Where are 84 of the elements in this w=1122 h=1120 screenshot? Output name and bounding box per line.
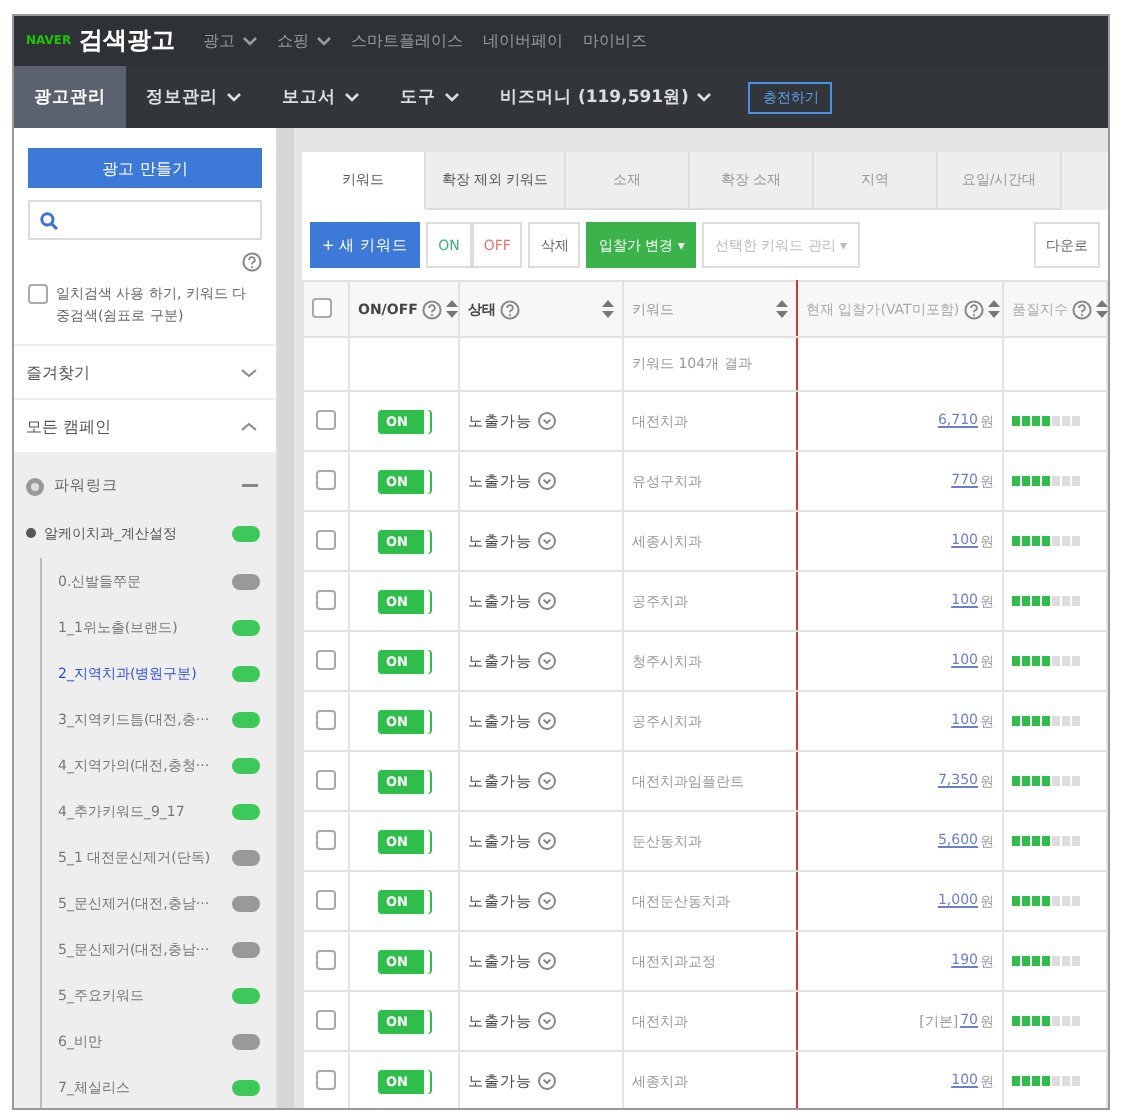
bullet-icon [26, 528, 36, 538]
quality-meter [1012, 896, 1082, 906]
caret-icon [241, 36, 258, 46]
quality-meter [1012, 716, 1082, 726]
toggle-pill[interactable] [232, 849, 260, 865]
toggle-pill[interactable] [232, 1033, 260, 1049]
sort-icon [1096, 300, 1108, 318]
checkbox[interactable] [316, 649, 336, 669]
dropdown-icon [538, 892, 556, 910]
search-icon [40, 211, 58, 229]
quality-meter [1012, 476, 1082, 486]
dropdown-icon [538, 952, 556, 970]
section-label[interactable]: 모든 캠페인 [26, 415, 112, 437]
menu-link[interactable]: 광고 [203, 30, 258, 52]
logo-title: 검색광고 [79, 24, 176, 58]
campaign-icon [26, 477, 44, 495]
help-icon [242, 252, 262, 272]
dropdown-icon [538, 592, 556, 610]
menu-link[interactable]: 쇼핑 [277, 30, 332, 52]
quality-meter [1012, 1016, 1082, 1026]
caret-icon [315, 36, 332, 46]
section-label[interactable]: 즐겨찾기 [26, 361, 90, 383]
help-icon [500, 299, 520, 319]
caret-icon [696, 92, 713, 102]
caret-icon [226, 92, 242, 102]
checkbox[interactable] [316, 1009, 336, 1029]
menu-link[interactable]: 네이버페이 [483, 30, 564, 52]
dropdown-icon [538, 832, 556, 850]
quality-meter [1012, 956, 1082, 966]
checkbox[interactable] [316, 529, 336, 549]
search-field[interactable] [28, 200, 262, 240]
help-icon [421, 299, 442, 319]
quality-meter [1012, 536, 1082, 546]
toggle-pill[interactable] [232, 895, 260, 911]
nav-tab[interactable]: 정보관리 [126, 66, 262, 128]
toggle-pill[interactable] [232, 757, 260, 773]
checkbox[interactable] [316, 949, 336, 969]
toggle-pill[interactable] [232, 987, 260, 1003]
dropdown-icon [538, 472, 556, 490]
checkbox[interactable] [316, 769, 336, 789]
scrollbar[interactable] [278, 128, 294, 1108]
checkbox[interactable] [316, 1069, 336, 1089]
checkbox[interactable] [316, 829, 336, 849]
checkbox[interactable] [312, 297, 332, 317]
dropdown-icon [538, 712, 556, 730]
quality-meter [1012, 836, 1082, 846]
menu-link[interactable]: 스마트플레이스 [351, 30, 464, 52]
dropdown-icon [538, 412, 556, 430]
nav-tab[interactable]: 보고서 [262, 66, 380, 128]
dropdown-icon [538, 1072, 556, 1090]
quality-meter [1012, 596, 1082, 606]
checkbox[interactable] [316, 709, 336, 729]
checkbox[interactable] [316, 469, 336, 489]
toggle-pill[interactable] [232, 619, 260, 635]
quality-meter [1012, 1076, 1082, 1086]
quality-meter [1012, 416, 1082, 426]
nav-tab[interactable]: 도구 [380, 66, 480, 128]
create-ad-button[interactable]: 광고 만들기 [28, 148, 262, 188]
checkbox[interactable] [316, 889, 336, 909]
nav-tab[interactable]: 광고관리 [14, 66, 126, 128]
toggle-pill[interactable] [232, 525, 260, 541]
dropdown-icon [538, 772, 556, 790]
quality-meter [1012, 656, 1082, 666]
toggle-pill[interactable] [232, 665, 260, 681]
checkbox[interactable] [316, 589, 336, 609]
checkbox[interactable] [316, 409, 336, 429]
toggle-pill[interactable] [232, 573, 260, 589]
sort-icon [602, 300, 614, 318]
toggle-pill[interactable] [232, 711, 260, 727]
dropdown-icon [538, 652, 556, 670]
checkbox[interactable] [28, 284, 48, 304]
nav-tab[interactable]: 비즈머니 (119,591원) [480, 66, 733, 128]
dropdown-icon [538, 1012, 556, 1030]
help-icon [963, 299, 984, 319]
help-icon [1072, 299, 1092, 319]
quality-meter [1012, 776, 1082, 786]
menu-link[interactable]: 마이비즈 [583, 30, 648, 52]
dropdown-icon [538, 532, 556, 550]
toggle-pill[interactable] [232, 1079, 260, 1095]
sort-icon [776, 300, 788, 318]
caret-icon [444, 92, 460, 102]
toggle-pill[interactable] [232, 941, 260, 957]
toggle-pill[interactable] [232, 803, 260, 819]
caret-icon [344, 92, 360, 102]
